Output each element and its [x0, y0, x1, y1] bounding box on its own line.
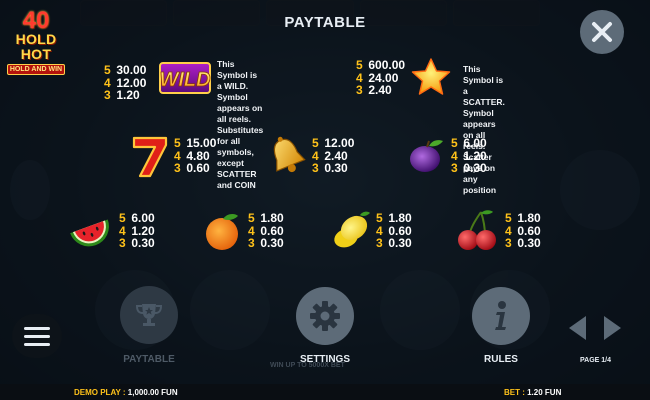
settings-button[interactable] [296, 287, 354, 345]
paytable-button-label: PAYTABLE [123, 354, 175, 365]
bell-icon [265, 134, 309, 183]
pay-values-cherry: 5 1.80 4 0.60 3 0.30 [505, 211, 541, 250]
background-hint-text: WIN UP TO 5000X BET [270, 362, 345, 369]
plum-icon [405, 134, 447, 181]
pay-values-seven: 5 15.00 4 4.80 3 0.60 [174, 136, 217, 175]
seven-icon [128, 134, 170, 183]
close-icon [592, 22, 612, 42]
close-button[interactable] [580, 10, 624, 54]
menu-button[interactable] [12, 314, 62, 358]
rules-button-label: RULES [484, 354, 518, 365]
page-indicator: PAGE 1/4 [580, 357, 611, 364]
lemon-icon [330, 208, 374, 257]
bet-display: BET : 1.20 FUN [504, 388, 561, 397]
orange-icon [203, 210, 243, 257]
page-title: PAYTABLE [284, 14, 366, 31]
next-page-arrow-icon[interactable] [602, 314, 624, 342]
pay-values-orange: 5 1.80 4 0.60 3 0.30 [248, 211, 284, 250]
rules-button[interactable] [472, 287, 530, 345]
demo-label: DEMO PLAY : [74, 388, 128, 397]
previous-page-arrow-icon[interactable] [566, 314, 588, 342]
hamburger-icon [24, 326, 50, 330]
logo-subtitle: HOLD AND WIN [7, 64, 65, 75]
pay-values-wild: 5 30.00 4 12.00 3 1.20 [104, 63, 147, 102]
trophy-icon [135, 304, 163, 326]
cherry-icon [455, 208, 501, 257]
pay-values-scatter: 5 600.00 4 24.00 3 2.40 [356, 58, 406, 97]
demo-value: 1,000.00 FUN [127, 388, 178, 397]
bet-value: 1.20 FUN [527, 388, 562, 397]
pay-values-bell: 5 12.00 4 2.40 3 0.30 [312, 136, 355, 175]
logo-title: HOLD HOT [15, 31, 57, 62]
wild-description: This Symbol is a WILD. Symbol appears on… [217, 59, 264, 190]
svg-text:WILD: WILD [159, 69, 210, 91]
pay-values-lemon: 5 1.80 4 0.60 3 0.30 [376, 211, 412, 250]
status-bar: DEMO PLAY : 1,000.00 FUN BET : 1.20 FUN [0, 384, 650, 400]
scatter-description: This Symbol is a SCATTER. Symbol appears… [463, 64, 505, 195]
star-scatter-icon [410, 56, 452, 103]
paytable-button[interactable] [120, 286, 178, 344]
info-icon [495, 301, 506, 330]
watermelon-icon [68, 212, 114, 257]
demo-balance: DEMO PLAY : 1,000.00 FUN [74, 388, 178, 397]
pay-values-watermelon: 5 6.00 4 1.20 3 0.30 [119, 211, 155, 250]
pay-values-plum: 5 6.00 4 1.20 3 0.30 [451, 136, 487, 175]
bet-label: BET : [504, 388, 528, 397]
gear-icon [310, 301, 340, 331]
wild-symbol-icon: WILD [158, 58, 212, 103]
